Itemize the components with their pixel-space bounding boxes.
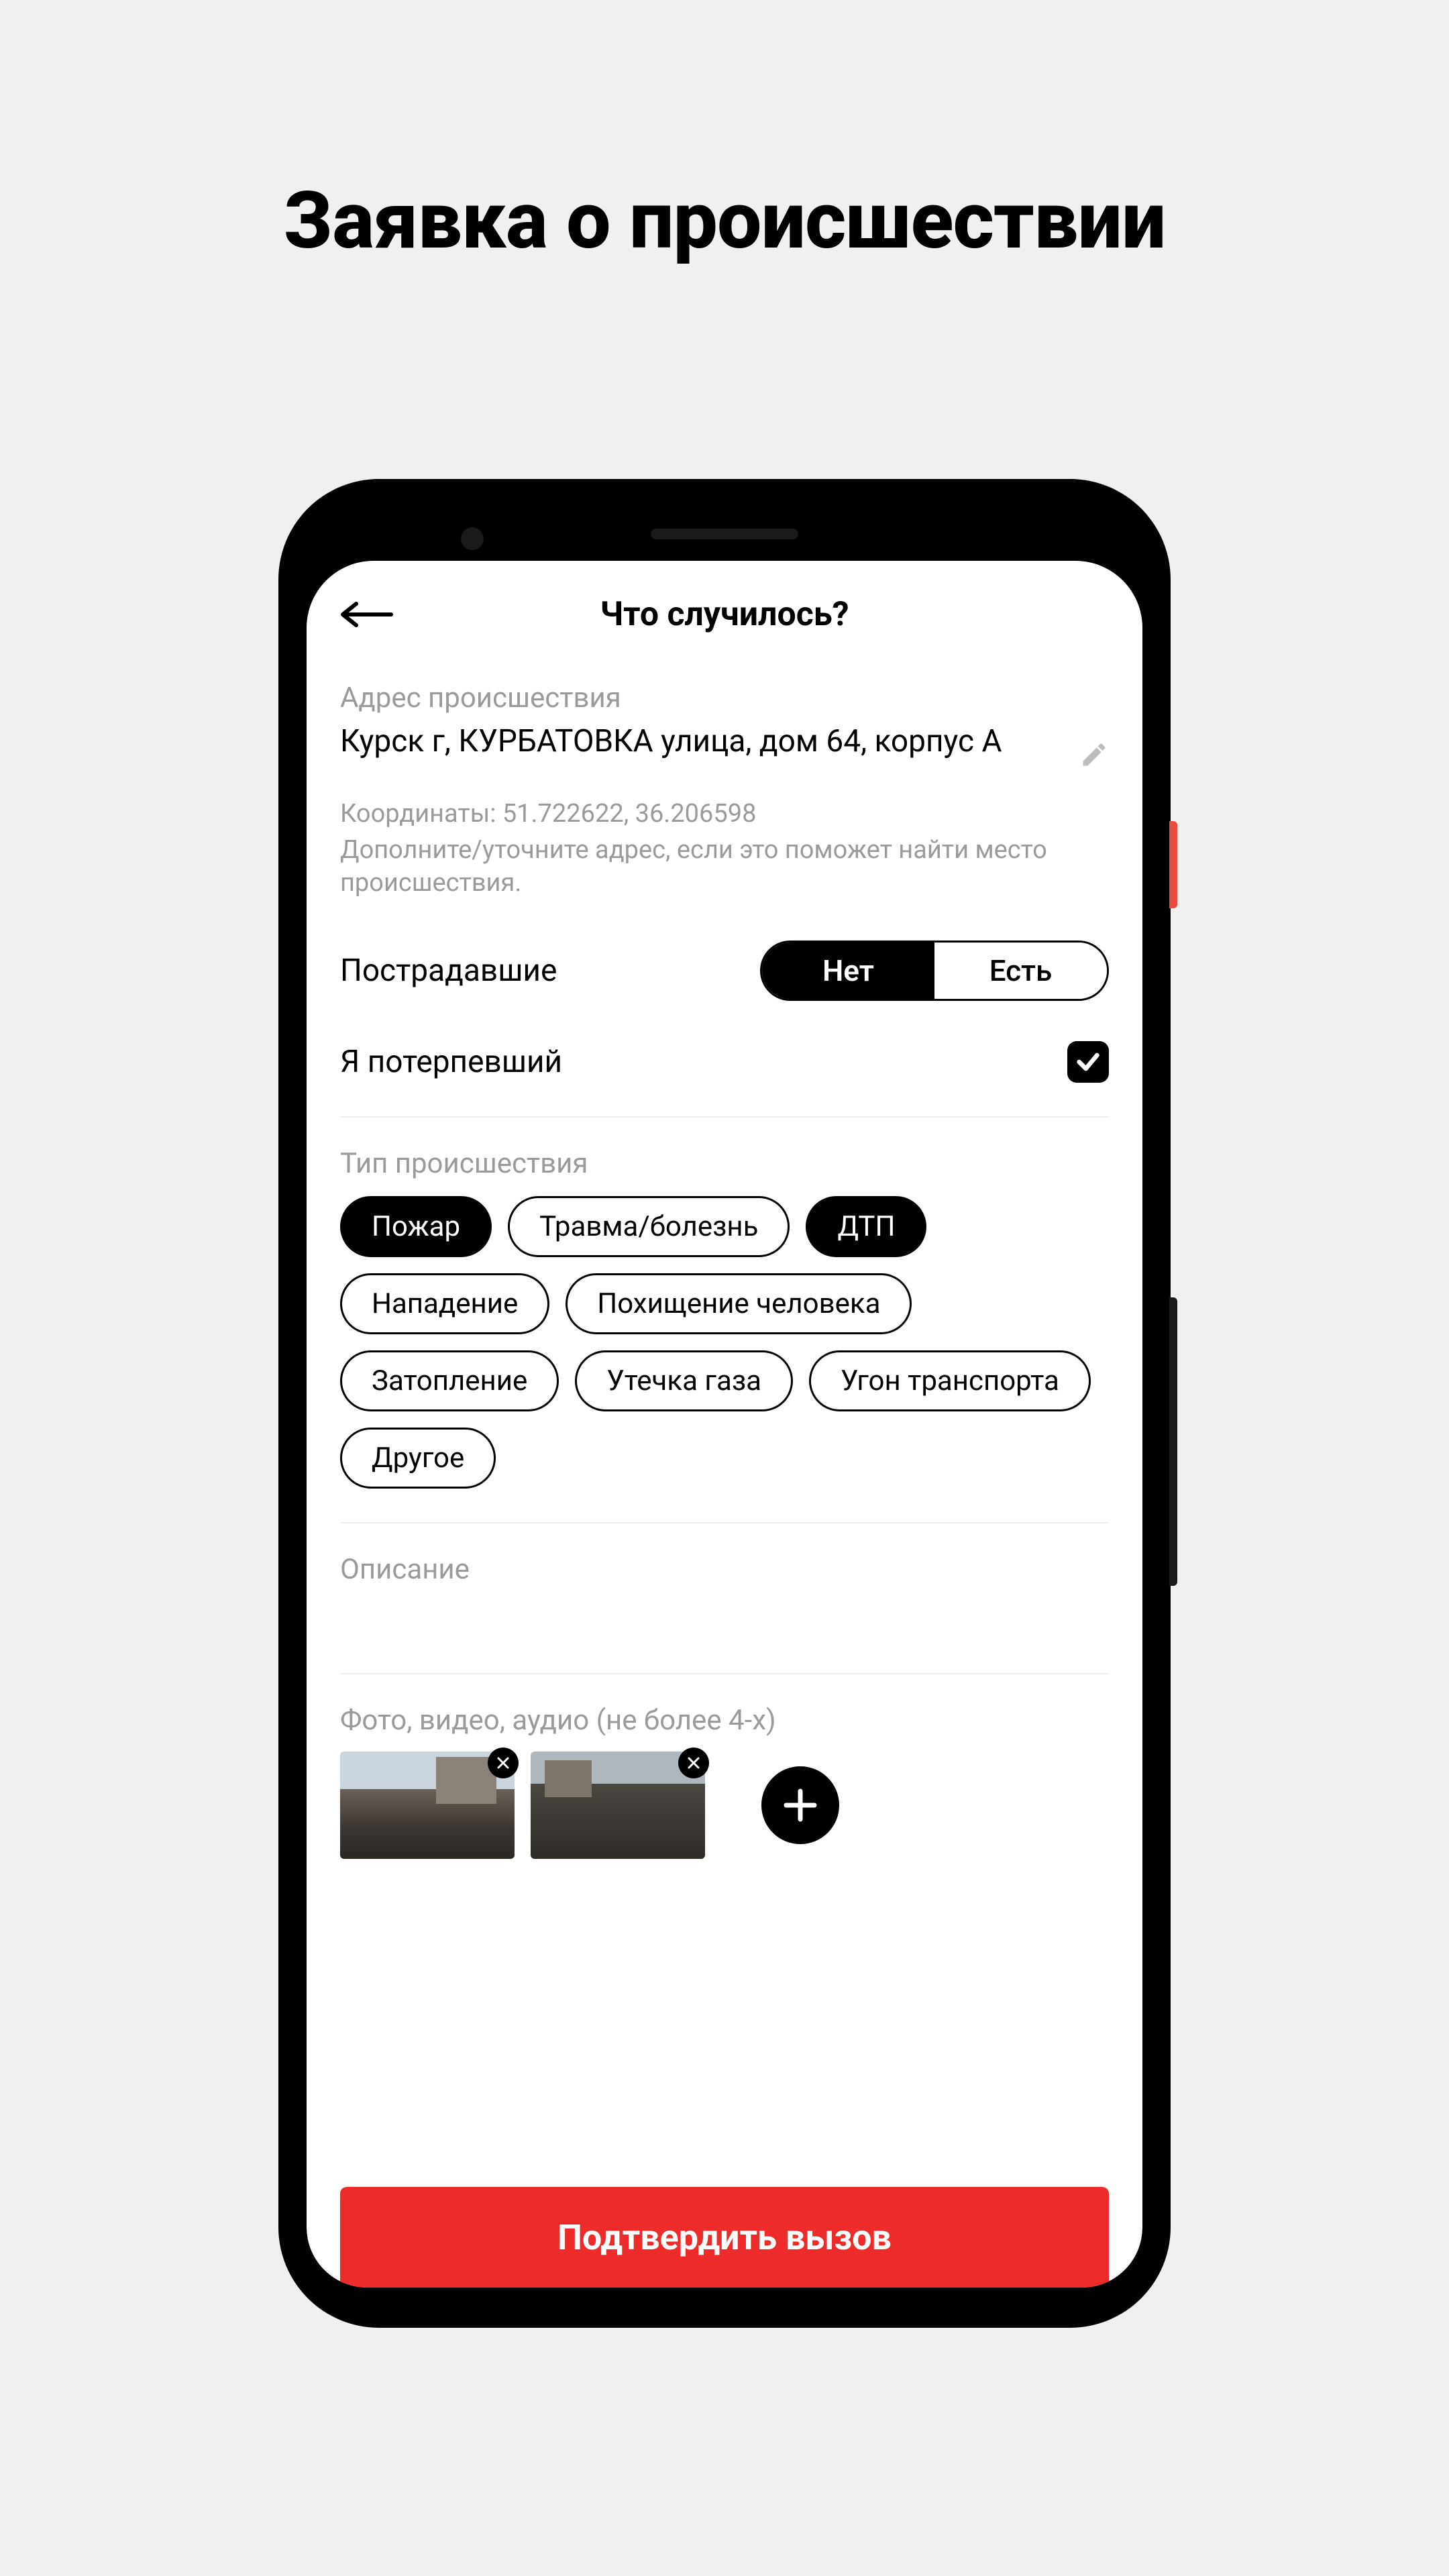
close-icon [686, 1755, 702, 1771]
incident-chip-8[interactable]: Другое [340, 1428, 496, 1489]
divider [340, 1116, 1109, 1118]
remove-media-button[interactable] [488, 1748, 519, 1778]
victims-label: Пострадавшие [340, 953, 557, 989]
address-row[interactable]: Курск г, КУРБАТОВКА улица, дом 64, корпу… [340, 722, 1109, 769]
incident-chip-7[interactable]: Угон транспорта [809, 1350, 1091, 1411]
incident-chip-0[interactable]: Пожар [340, 1196, 492, 1257]
pencil-icon [1079, 740, 1109, 769]
phone-speaker [651, 529, 798, 539]
victims-toggle: Нет Есть [760, 941, 1109, 1001]
incident-chip-4[interactable]: Похищение человека [566, 1273, 912, 1334]
incident-type-chips: Пожар Травма/болезнь ДТП Нападение Похищение… [340, 1196, 1109, 1489]
media-thumbnail-1[interactable] [340, 1752, 515, 1859]
divider [340, 1522, 1109, 1523]
address-hint: Дополните/уточните адрес, если это помож… [340, 834, 1109, 900]
incident-type-label: Тип происшествия [340, 1147, 1109, 1180]
incident-chip-6[interactable]: Утечка газа [575, 1350, 793, 1411]
incident-chip-5[interactable]: Затопление [340, 1350, 559, 1411]
phone-power-button [1169, 821, 1177, 908]
media-thumbnail-2[interactable] [531, 1752, 705, 1859]
description-label[interactable]: Описание [340, 1553, 1109, 1586]
add-media-button[interactable] [761, 1766, 839, 1844]
confirm-button[interactable]: Подтвердить вызов [340, 2187, 1109, 2288]
address-value: Курск г, КУРБАТОВКА улица, дом 64, корпу… [340, 722, 1066, 761]
coordinates-text: Координаты: 51.722622, 36.206598 [340, 799, 1109, 828]
plus-icon [782, 1786, 819, 1824]
media-label: Фото, видео, аудио (не более 4-х) [340, 1704, 1109, 1737]
arrow-left-icon [340, 601, 394, 628]
self-victim-row: Я потерпевший [340, 1041, 1109, 1083]
back-button[interactable] [340, 594, 400, 635]
remove-media-button[interactable] [678, 1748, 709, 1778]
media-row [340, 1752, 1109, 1859]
victims-option-no[interactable]: Нет [762, 943, 934, 999]
phone-volume-button [1169, 1297, 1177, 1586]
close-icon [495, 1755, 511, 1771]
incident-chip-2[interactable]: ДТП [806, 1196, 926, 1257]
self-victim-label: Я потерпевший [340, 1044, 562, 1080]
divider [340, 1673, 1109, 1674]
incident-chip-1[interactable]: Травма/болезнь [508, 1196, 790, 1257]
phone-camera [461, 527, 484, 550]
phone-frame: Что случилось? Адрес происшествия Курск … [278, 479, 1171, 2328]
address-label: Адрес происшествия [340, 682, 1109, 714]
app-screen: Что случилось? Адрес происшествия Курск … [307, 561, 1142, 2288]
victims-option-yes[interactable]: Есть [934, 943, 1107, 999]
self-victim-checkbox[interactable] [1067, 1041, 1109, 1083]
phone-notch [307, 507, 1142, 561]
app-header: Что случилось? [307, 561, 1142, 655]
screen-title: Что случилось? [307, 595, 1142, 634]
incident-chip-3[interactable]: Нападение [340, 1273, 549, 1334]
content-area: Адрес происшествия Курск г, КУРБАТОВКА у… [307, 655, 1142, 2288]
check-icon [1075, 1049, 1102, 1075]
page-heading: Заявка о происшествии [0, 174, 1449, 267]
victims-row: Пострадавшие Нет Есть [340, 941, 1109, 1001]
